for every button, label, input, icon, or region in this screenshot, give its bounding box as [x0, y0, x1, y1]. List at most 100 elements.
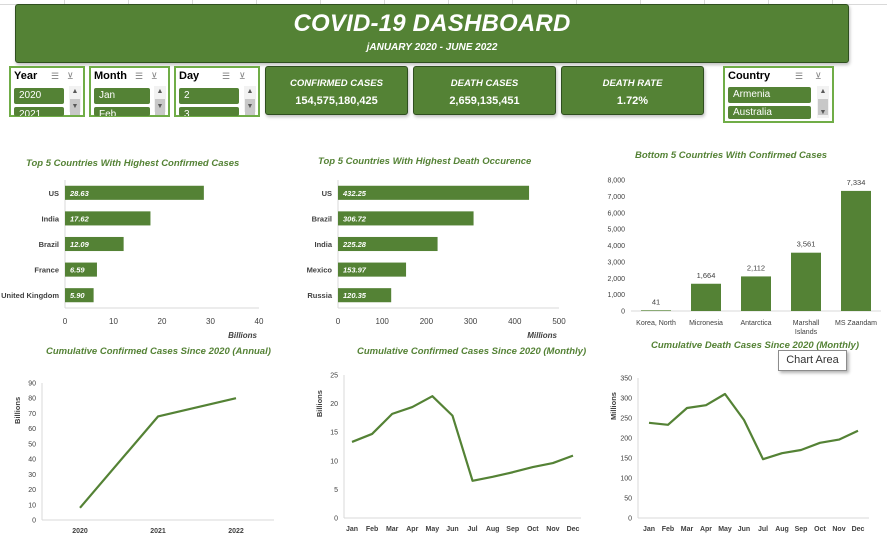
day-slicer-scrollbar[interactable]: ▲ ▼: [244, 86, 256, 115]
multi-select-icon[interactable]: ☰: [135, 71, 143, 82]
data-label: 153.97: [343, 266, 367, 275]
multi-select-icon[interactable]: ☰: [51, 71, 59, 82]
slicer-item-2020[interactable]: 2020: [14, 88, 64, 104]
x-tick-label: Jun: [446, 526, 458, 533]
scroll-up-icon[interactable]: ▲: [817, 86, 829, 97]
y-tick-label: 1,000: [607, 292, 625, 299]
data-label: 6.59: [70, 266, 85, 275]
category-label: France: [34, 266, 59, 275]
y-tick-label: 15: [330, 430, 338, 437]
x-tick-label: 500: [552, 317, 566, 326]
y-tick-label: 200: [620, 436, 632, 443]
scroll-down-icon[interactable]: ▼: [244, 101, 256, 112]
y-tick-label: 5: [334, 487, 338, 494]
y-tick-label: 0: [621, 309, 625, 316]
chart-bottom5-confirmed[interactable]: 0 1,000 2,000 3,000 4,000 5,000 6,000 7,000 8,00…: [590, 165, 887, 345]
y-tick-label: 0: [628, 516, 632, 523]
slicer-item-3[interactable]: 3: [179, 107, 239, 116]
x-tick-label: 400: [508, 317, 522, 326]
kpi-deaths-value: 2,659,135,451: [449, 95, 520, 107]
year-slicer-scrollbar[interactable]: ▲ ▼: [69, 86, 81, 115]
scroll-down-icon[interactable]: ▼: [154, 101, 166, 112]
data-label: 3,561: [797, 240, 816, 249]
x-tick-label: 2022: [228, 528, 244, 535]
scroll-down-icon[interactable]: ▼: [817, 107, 829, 118]
month-slicer-header: Month: [94, 70, 127, 82]
category-label: Islands: [795, 329, 818, 336]
x-tick-label: Jan: [643, 526, 655, 533]
y-tick-label: 20: [28, 487, 36, 494]
slicer-item-armenia[interactable]: Armenia: [728, 87, 811, 103]
month-slicer[interactable]: Month ☰ ⊻ Jan Feb ▲ ▼: [89, 66, 170, 117]
clear-filter-icon[interactable]: ⊻: [151, 71, 158, 82]
y-tick-label: 4,000: [607, 243, 625, 250]
chart-top5-confirmed[interactable]: US 28.63 India 17.62 Brazil 12.09 France 6.59 Un…: [0, 170, 290, 340]
x-tick-label: Sep: [506, 526, 519, 533]
x-tick-label: 40: [255, 317, 264, 326]
x-tick-label: May: [718, 526, 732, 533]
data-label: 28.63: [69, 189, 90, 198]
slicer-item-australia[interactable]: Australia: [728, 106, 811, 119]
kpi-confirmed-cases[interactable]: CONFIRMED CASES 154,575,180,425: [265, 66, 408, 115]
multi-select-icon[interactable]: ☰: [795, 71, 803, 82]
month-slicer-scrollbar[interactable]: ▲ ▼: [154, 86, 166, 115]
country-slicer[interactable]: Country ☰ ⊻ Armenia Australia ▲ ▼: [723, 66, 834, 123]
kpi-death-rate[interactable]: DEATH RATE 1.72%: [561, 66, 704, 115]
data-label: 5.90: [70, 291, 85, 300]
bar: [691, 283, 721, 311]
category-label: Brazil: [39, 240, 59, 249]
y-axis-title: Millions: [609, 392, 618, 420]
x-tick-label: Oct: [814, 526, 826, 533]
bar: [641, 310, 671, 311]
multi-select-icon[interactable]: ☰: [222, 71, 230, 82]
x-tick-label: 2021: [150, 528, 166, 535]
chart-cumulative-annual[interactable]: 0 10 20 30 40 50 60 70 80 90 2020 2021 2022 Billions: [0, 365, 290, 545]
slicer-item-feb[interactable]: Feb: [94, 107, 150, 116]
x-tick-label: Nov: [832, 526, 845, 533]
chart-title-cumulative-annual: Cumulative Confirmed Cases Since 2020 (A…: [46, 346, 271, 357]
country-slicer-scrollbar[interactable]: ▲ ▼: [817, 86, 829, 118]
country-slicer-header: Country: [728, 70, 771, 82]
slicer-item-jan[interactable]: Jan: [94, 88, 150, 104]
y-tick-label: 50: [28, 441, 36, 448]
kpi-rate-value: 1.72%: [616, 95, 649, 107]
year-slicer[interactable]: Year ☰ ⊻ 2020 2021 ▲ ▼: [9, 66, 85, 117]
x-tick-label: Jul: [758, 526, 768, 533]
series-line: [648, 392, 859, 461]
chart-cumulative-deaths[interactable]: 0 50 100 150 200 250 300 350 Jan Feb Mar Apr May Jun J…: [595, 365, 887, 545]
kpi-death-cases[interactable]: DEATH CASES 2,659,135,451: [413, 66, 556, 115]
slicer-item-2[interactable]: 2: [179, 88, 239, 104]
x-axis-title: Billions: [228, 331, 257, 340]
y-tick-label: 50: [624, 496, 632, 503]
day-slicer[interactable]: Day ☰ ⊻ 2 3 ▲ ▼: [174, 66, 260, 117]
x-tick-label: 0: [336, 317, 341, 326]
scroll-down-icon[interactable]: ▼: [69, 101, 81, 112]
x-axis-title: Millions: [527, 331, 557, 340]
y-tick-label: 2,000: [607, 276, 625, 283]
x-tick-label: Feb: [662, 526, 674, 533]
clear-filter-icon[interactable]: ⊻: [815, 71, 822, 82]
slicer-item-2021[interactable]: 2021: [14, 107, 64, 116]
x-tick-label: 200: [420, 317, 434, 326]
scroll-up-icon[interactable]: ▲: [69, 86, 81, 97]
x-tick-label: Dec: [567, 526, 580, 533]
kpi-deaths-label: DEATH CASES: [450, 78, 519, 89]
category-label: Korea, North: [636, 320, 676, 327]
scroll-up-icon[interactable]: ▲: [244, 86, 256, 97]
chart-cumulative-monthly[interactable]: 0 5 10 15 20 25 Jan Feb Mar Apr May Jun Jul Aug Sep Oct…: [300, 365, 590, 545]
dashboard-title-banner[interactable]: COVID-19 DASHBOARD jANUARY 2020 - JUNE 2…: [15, 4, 849, 63]
category-label: Mexico: [307, 266, 333, 275]
scroll-up-icon[interactable]: ▲: [154, 86, 166, 97]
x-tick-label: Oct: [527, 526, 539, 533]
clear-filter-icon[interactable]: ⊻: [67, 71, 74, 82]
bar: [841, 190, 871, 311]
chart-title-cumulative-monthly: Cumulative Confirmed Cases Since 2020 (M…: [357, 346, 587, 357]
category-label: Brazil: [312, 214, 332, 223]
category-label: US: [49, 189, 59, 198]
clear-filter-icon[interactable]: ⊻: [239, 71, 246, 82]
chart-top5-deaths[interactable]: US 432.25 Brazil 306.72 India 225.28 Mexico 153…: [290, 170, 590, 340]
x-tick-label: Apr: [406, 526, 418, 533]
x-tick-label: Apr: [700, 526, 712, 533]
data-label: 225.28: [342, 240, 367, 249]
category-label: MS Zaandam: [835, 320, 877, 327]
